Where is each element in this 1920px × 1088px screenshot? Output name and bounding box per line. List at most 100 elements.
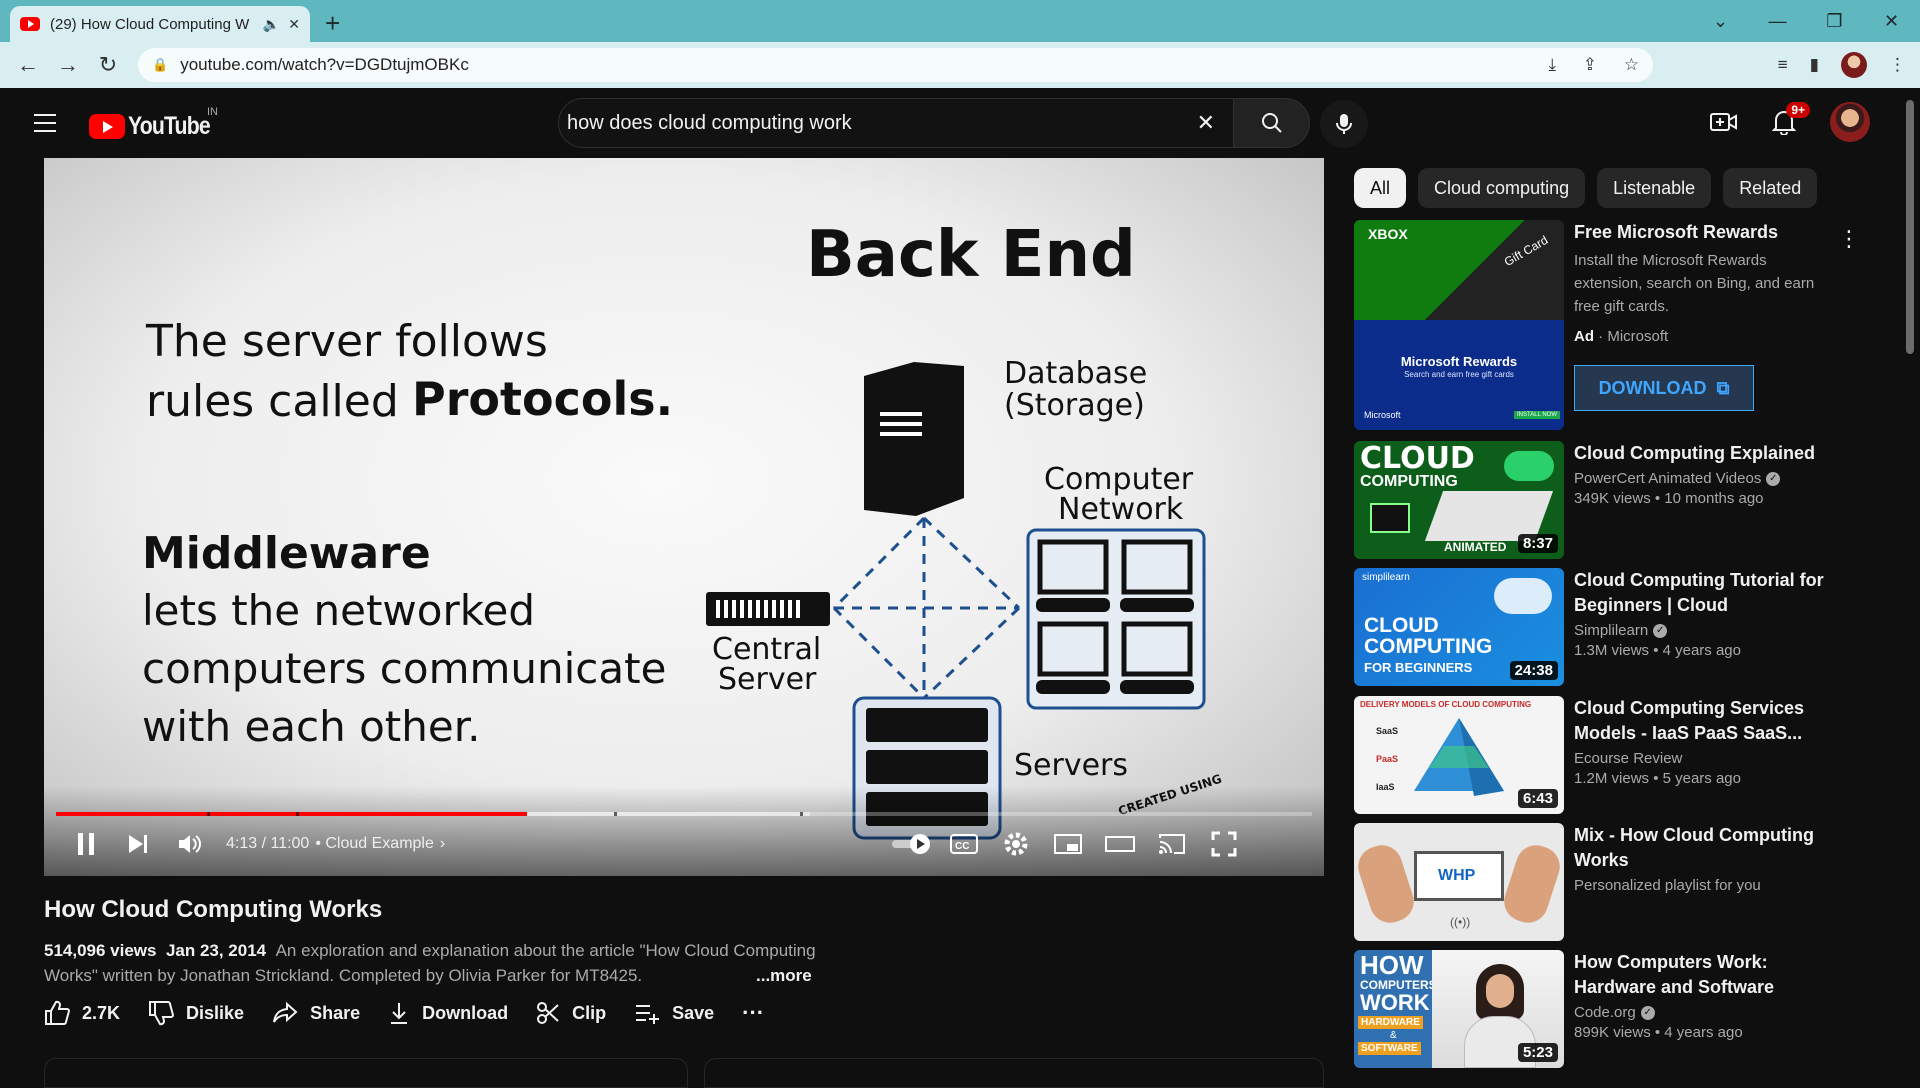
channel-name[interactable]: PowerCert Animated Videos ✓ [1574, 470, 1834, 487]
ad-thumbnail[interactable]: XBOX Gift Card Microsoft Rewards Search … [1354, 220, 1564, 430]
clip-button[interactable]: Clip [536, 1001, 606, 1025]
ad-label: Ad [1574, 328, 1594, 345]
chip-related[interactable]: Related [1723, 168, 1818, 208]
search-input[interactable] [567, 111, 1187, 135]
new-tab-button[interactable]: + [325, 8, 340, 39]
chevron-right-icon[interactable]: › [440, 835, 445, 853]
dislike-button[interactable]: Dislike [148, 1000, 244, 1026]
autoplay-toggle[interactable] [886, 826, 938, 862]
video-title-link[interactable]: How Computers Work: Hardware and Softwar… [1574, 950, 1834, 1000]
search-button[interactable] [1234, 98, 1310, 148]
list-item[interactable]: CLOUD COMPUTING ANIMATED 8:37 Cloud Comp… [1354, 441, 1834, 559]
omnibox[interactable]: 🔒 youtube.com/watch?v=DGDtujmOBKc ⤓ ⇪ ☆ [138, 48, 1653, 82]
save-button[interactable]: Save [634, 1002, 714, 1024]
list-item[interactable]: simplilearn CLOUD COMPUTING FOR BEGINNER… [1354, 568, 1834, 686]
minimize-button[interactable]: — [1749, 0, 1806, 42]
more-actions-button[interactable]: ··· [742, 1000, 764, 1026]
fullscreen-button[interactable] [1198, 826, 1250, 862]
miniplayer-button[interactable] [1042, 826, 1094, 862]
country-code: IN [207, 106, 218, 118]
left-controls: 4:13 / 11:00 • Cloud Example › [60, 826, 445, 862]
chip-listenable[interactable]: Listenable [1597, 168, 1712, 208]
thumb-text: PaaS [1376, 754, 1399, 764]
settings-button[interactable] [990, 826, 1042, 862]
browser-menu-icon[interactable]: ⋮ [1889, 55, 1906, 75]
ad-more-icon[interactable]: ⋮ [1838, 226, 1860, 252]
video-thumbnail[interactable]: WHP ((•)) [1354, 823, 1564, 941]
install-app-icon[interactable]: ⤓ [1549, 55, 1557, 74]
list-item[interactable]: WHP ((•)) Mix - How Cloud Computing Work… [1354, 823, 1834, 941]
share-button[interactable]: Share [272, 1001, 360, 1025]
channel-name[interactable]: Ecourse Review [1574, 750, 1834, 767]
verified-icon: ✓ [1766, 472, 1781, 487]
ad-download-button[interactable]: DOWNLOAD ⧉ [1574, 365, 1754, 411]
video-title-link[interactable]: Cloud Computing Services Models - IaaS P… [1574, 696, 1834, 746]
chip-all[interactable]: All [1354, 168, 1407, 208]
video-title-link[interactable]: Mix - How Cloud Computing Works [1574, 823, 1834, 873]
sponsored-ad[interactable]: XBOX Gift Card Microsoft Rewards Search … [1354, 220, 1860, 430]
channel-name[interactable]: Simplilearn ✓ [1574, 622, 1834, 639]
pause-button[interactable] [60, 826, 112, 862]
volume-button[interactable] [164, 826, 216, 862]
list-item[interactable]: DELIVERY MODELS OF CLOUD COMPUTING SaaS … [1354, 696, 1834, 814]
theater-mode-button[interactable] [1094, 826, 1146, 862]
create-video-button[interactable] [1704, 102, 1744, 142]
lock-icon[interactable]: 🔒 [152, 57, 168, 73]
share-page-icon[interactable]: ⇪ [1583, 55, 1597, 74]
chapter-button[interactable]: • Cloud Example [315, 835, 434, 853]
upload-date: Jan 23, 2014 [165, 941, 267, 960]
show-more-button[interactable]: ...more [756, 963, 812, 988]
gear-icon [1004, 832, 1028, 856]
address-bar-row: ← → ↻ 🔒 youtube.com/watch?v=DGDtujmOBKc … [0, 42, 1920, 88]
tab-close-icon[interactable]: ✕ [288, 16, 300, 33]
back-arrow-icon[interactable]: ← [8, 52, 48, 78]
ad-meta: Ad · Microsoft [1574, 328, 1669, 345]
youtube-logo[interactable]: YouTube IN [89, 106, 224, 141]
account-avatar[interactable] [1830, 102, 1870, 142]
download-button[interactable]: Download [388, 1001, 508, 1025]
speaker-icon[interactable]: 🔈 [263, 16, 280, 33]
thumb-text: SOFTWARE [1358, 1042, 1421, 1055]
chapter-marker [614, 812, 617, 816]
chip-cloud-computing[interactable]: Cloud computing [1418, 168, 1586, 208]
list-item[interactable]: HOW COMPUTERS WORK HARDWARE & SOFTWARE 5… [1354, 950, 1834, 1068]
like-button[interactable]: 2.7K [44, 1000, 120, 1026]
channel-name[interactable]: Code.org ✓ [1574, 1004, 1834, 1021]
forward-arrow-icon[interactable]: → [48, 52, 88, 78]
video-thumbnail[interactable]: DELIVERY MODELS OF CLOUD COMPUTING SaaS … [1354, 696, 1564, 814]
cast-button[interactable] [1146, 826, 1198, 862]
media-control-icon[interactable]: ≡ [1778, 55, 1788, 75]
video-title-link[interactable]: Cloud Computing Tutorial for Beginners |… [1574, 568, 1834, 618]
thumbs-down-icon [149, 1001, 175, 1026]
video-title-link[interactable]: Cloud Computing Explained [1574, 441, 1834, 466]
browser-profile-avatar[interactable] [1841, 52, 1867, 78]
reload-icon[interactable]: ↻ [88, 52, 128, 78]
video-info: Cloud Computing Explained PowerCert Anim… [1574, 441, 1834, 507]
next-button[interactable] [112, 826, 164, 862]
video-duration: 8:37 [1517, 534, 1558, 553]
browser-tab[interactable]: (29) How Cloud Computing W 🔈 ✕ [10, 6, 310, 42]
notifications-button[interactable]: 9+ [1764, 102, 1810, 142]
page-scrollbar[interactable] [1906, 100, 1914, 354]
url-text[interactable]: youtube.com/watch?v=DGDtujmOBKc [180, 55, 1526, 75]
ad-title[interactable]: Free Microsoft Rewards [1574, 222, 1834, 243]
video-thumbnail[interactable]: HOW COMPUTERS WORK HARDWARE & SOFTWARE 5… [1354, 950, 1564, 1068]
video-thumbnail[interactable]: simplilearn CLOUD COMPUTING FOR BEGINNER… [1354, 568, 1564, 686]
tab-search-icon[interactable]: ⌄ [1692, 0, 1749, 42]
video-duration: 6:43 [1517, 789, 1558, 808]
channel-name: Personalized playlist for you [1574, 877, 1761, 894]
video-title: How Cloud Computing Works [44, 896, 383, 923]
side-panel-icon[interactable]: ▮ [1810, 55, 1819, 75]
video-player[interactable]: Back End The server follows rules called… [44, 158, 1324, 876]
clear-search-icon[interactable]: ✕ [1187, 110, 1225, 136]
description-box[interactable]: 514,096 views Jan 23, 2014 An exploratio… [44, 938, 824, 988]
captions-button[interactable]: CC [938, 826, 990, 862]
bookmark-star-icon[interactable]: ☆ [1624, 55, 1639, 74]
close-window-button[interactable]: ✕ [1863, 0, 1920, 42]
menu-icon[interactable] [34, 114, 56, 132]
voice-search-button[interactable] [1320, 100, 1368, 148]
video-duration: 24:38 [1509, 661, 1558, 680]
video-thumbnail[interactable]: CLOUD COMPUTING ANIMATED 8:37 [1354, 441, 1564, 559]
maximize-button[interactable]: ❐ [1806, 0, 1863, 42]
progress-bar[interactable] [56, 812, 1312, 816]
